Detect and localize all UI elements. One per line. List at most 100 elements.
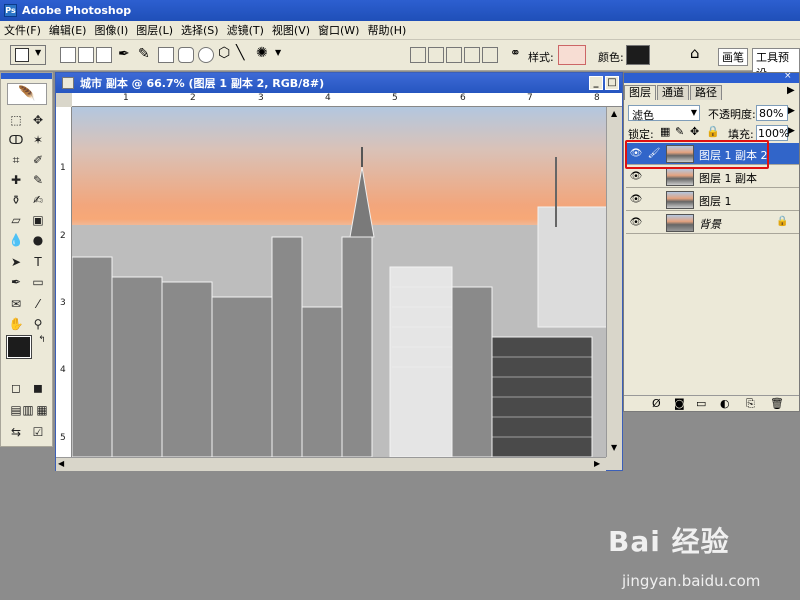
intersect-shape-button[interactable] — [464, 47, 480, 63]
scroll-up-icon[interactable]: ▲ — [611, 109, 617, 118]
rounded-rectangle-button[interactable] — [178, 47, 194, 63]
link-icon[interactable]: ⚭ — [510, 46, 521, 61]
path-selection-icon[interactable]: ➤ — [7, 253, 25, 271]
opacity-slider-icon[interactable]: ▶ — [788, 106, 795, 116]
notes-icon[interactable]: ✉ — [7, 295, 25, 313]
freeform-pen-icon[interactable]: ✎ — [138, 46, 150, 62]
scroll-right-icon[interactable]: ▶ — [594, 459, 600, 468]
palette-well-icon[interactable]: ⌂ — [690, 44, 700, 62]
feather-logo-icon[interactable]: 🪶 — [7, 83, 47, 105]
scroll-left-icon[interactable]: ◀ — [58, 459, 64, 468]
screen-mode-full-icon[interactable]: ▦ — [33, 401, 51, 419]
blur-icon[interactable]: 💧 — [7, 231, 25, 249]
layer-row[interactable]: 👁 图层 1 副本 — [626, 166, 799, 188]
menu-image[interactable]: 图像(I) — [90, 22, 132, 38]
horizontal-scrollbar[interactable]: ◀ ▶ — [56, 457, 606, 471]
move-icon[interactable]: ✥ — [29, 111, 47, 129]
new-layer-icon[interactable]: ⎘ — [746, 397, 755, 411]
palette-menu-icon[interactable]: ▶ — [787, 85, 795, 96]
vertical-scrollbar[interactable]: ▲ ▼ — [606, 107, 622, 457]
polygon-icon[interactable]: ⬡ — [218, 45, 230, 61]
document-title-bar[interactable]: 城市 副本 @ 66.7% (图层 1 副本 2, RGB/8#) _ □ — [56, 73, 622, 93]
layer-mask-icon[interactable]: ◙ — [674, 397, 685, 410]
trash-icon[interactable]: 🗑 — [770, 397, 784, 410]
close-icon[interactable]: × — [784, 71, 792, 81]
tab-brushes[interactable]: 画笔 — [718, 48, 748, 66]
lock-transparency-icon[interactable]: ▦ — [660, 125, 670, 138]
history-brush-icon[interactable]: ✍ — [29, 191, 47, 209]
stamp-icon[interactable]: ⚱ — [7, 191, 25, 209]
menu-file[interactable]: 文件(F) — [0, 22, 45, 38]
menu-layer[interactable]: 图层(L) — [132, 22, 177, 38]
color-swatch[interactable] — [626, 45, 650, 65]
exclude-shape-button[interactable] — [482, 47, 498, 63]
add-shape-button[interactable] — [428, 47, 444, 63]
minimize-icon[interactable]: _ — [589, 76, 603, 90]
rectangle-tool-button[interactable] — [158, 47, 174, 63]
crop-icon[interactable]: ⌗ — [7, 151, 25, 169]
hand-icon[interactable]: ✋ — [7, 315, 25, 333]
magic-wand-icon[interactable]: ✶ — [29, 131, 47, 149]
style-swatch[interactable] — [558, 45, 586, 65]
tool-preset-picker[interactable]: ▼ — [10, 45, 46, 65]
paths-button[interactable] — [78, 47, 94, 63]
eye-icon[interactable]: 👁 — [628, 215, 644, 231]
fill-pixels-button[interactable] — [96, 47, 112, 63]
fill-slider-icon[interactable]: ▶ — [788, 126, 795, 136]
layer-row[interactable]: 👁 图层 1 — [626, 189, 799, 211]
menu-filter[interactable]: 滤镜(T) — [223, 22, 268, 38]
blend-mode-select[interactable]: 滤色 ▼ — [628, 105, 700, 122]
dodge-icon[interactable]: ● — [29, 231, 47, 249]
lock-position-icon[interactable]: ✥ — [690, 125, 699, 138]
ellipse-button[interactable] — [198, 47, 214, 63]
create-new-shape-button[interactable] — [410, 47, 426, 63]
marquee-icon[interactable]: ⬚ — [7, 111, 25, 129]
lock-image-icon[interactable]: ✎ — [675, 125, 684, 138]
line-icon[interactable]: ╲ — [236, 45, 244, 61]
shape-tool-icon[interactable]: ▭ — [29, 273, 47, 291]
image-canvas[interactable] — [72, 107, 606, 457]
brush-icon[interactable]: ✎ — [29, 171, 47, 189]
opacity-input[interactable]: 80% — [756, 105, 788, 121]
menu-view[interactable]: 视图(V) — [268, 22, 314, 38]
eye-icon[interactable]: 👁 — [628, 169, 644, 185]
type-icon[interactable]: T — [29, 253, 47, 271]
standard-mode-icon[interactable]: ◻ — [7, 379, 25, 397]
shape-layers-button[interactable] — [60, 47, 76, 63]
layers-palette-header[interactable]: × — [624, 71, 799, 83]
menu-edit[interactable]: 编辑(E) — [45, 22, 91, 38]
eye-icon[interactable]: 👁 — [628, 192, 644, 208]
eraser-icon[interactable]: ▱ — [7, 211, 25, 229]
maximize-icon[interactable]: □ — [605, 76, 619, 90]
jump-to-imageready-icon[interactable]: ⇆ — [7, 423, 25, 441]
pen-icon[interactable]: ✒ — [118, 46, 130, 62]
tab-channels[interactable]: 通道 — [657, 85, 689, 100]
tab-layers[interactable]: 图层 — [624, 85, 656, 100]
color-label: 颜色: — [598, 51, 624, 64]
swap-colors-icon[interactable]: ↰ — [33, 331, 51, 349]
healing-brush-icon[interactable]: ✚ — [7, 171, 25, 189]
pen-tool-icon[interactable]: ✒ — [7, 273, 25, 291]
gradient-icon[interactable]: ▣ — [29, 211, 47, 229]
lasso-icon[interactable]: ↀ — [7, 131, 25, 149]
chevron-down-icon[interactable]: ▼ — [275, 48, 281, 57]
menu-window[interactable]: 窗口(W) — [314, 22, 363, 38]
slice-icon[interactable]: ✐ — [29, 151, 47, 169]
foreground-color-swatch[interactable] — [6, 335, 32, 359]
toolbox-header — [1, 73, 52, 79]
quick-mask-icon[interactable]: ◼ — [29, 379, 47, 397]
menu-help[interactable]: 帮助(H) — [363, 22, 410, 38]
lock-all-icon[interactable]: 🔒 — [706, 125, 720, 138]
fill-input[interactable]: 100% — [756, 125, 789, 141]
layer-style-icon[interactable]: Ø — [652, 397, 661, 410]
new-set-icon[interactable]: ▭ — [696, 397, 706, 410]
menu-select[interactable]: 选择(S) — [177, 22, 223, 38]
scroll-down-icon[interactable]: ▼ — [611, 443, 617, 452]
subtract-shape-button[interactable] — [446, 47, 462, 63]
tab-paths[interactable]: 路径 — [690, 85, 722, 100]
checkmark-icon[interactable]: ☑ — [29, 423, 47, 441]
custom-shape-icon[interactable]: ✺ — [256, 45, 268, 61]
layer-row[interactable]: 👁 背景 🔒 — [626, 212, 799, 234]
eyedropper-icon[interactable]: ⁄ — [29, 295, 47, 313]
adjustment-layer-icon[interactable]: ◐ — [720, 397, 730, 410]
